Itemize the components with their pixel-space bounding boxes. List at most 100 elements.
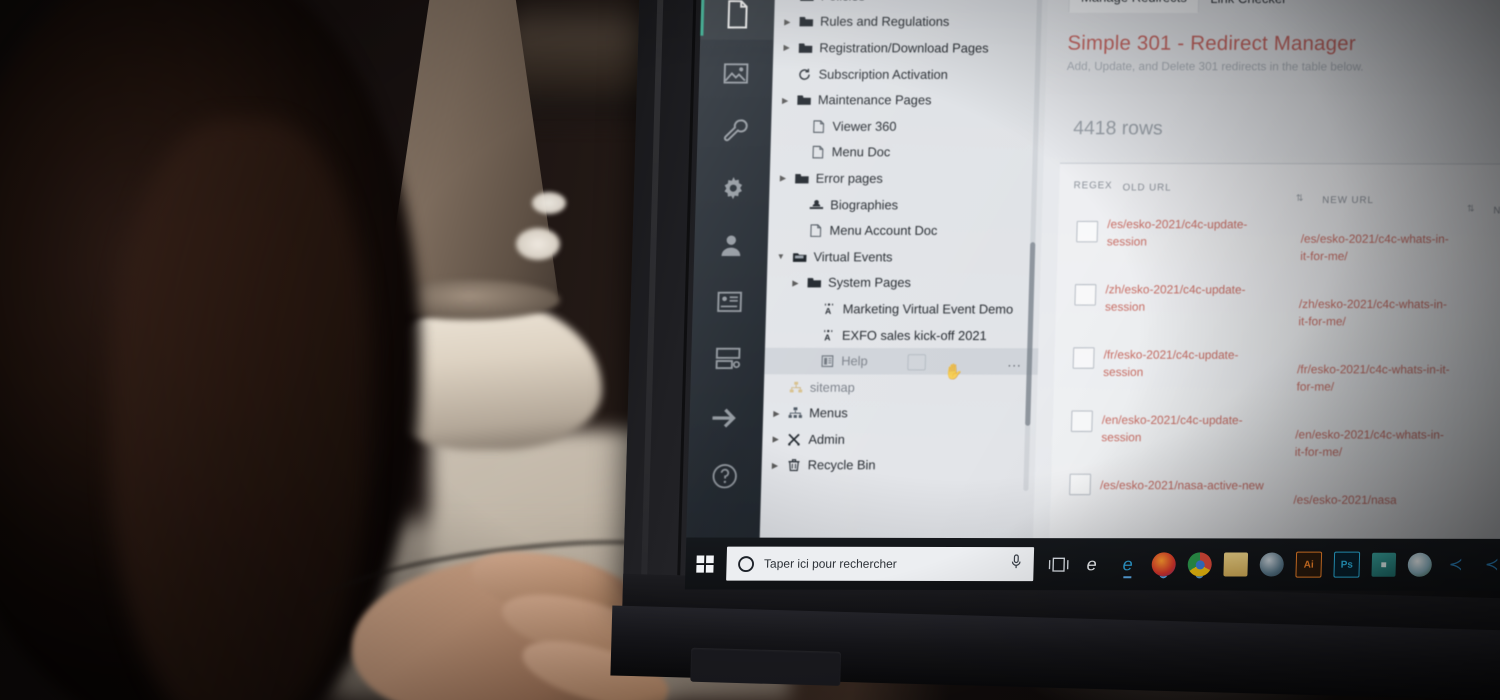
file-explorer-icon[interactable] <box>1223 552 1249 577</box>
tree-node[interactable]: A EXFO sales kick-off 2021 <box>765 322 1039 349</box>
taskbar-search[interactable]: Taper ici pour rechercher <box>726 546 1035 582</box>
cortana-circle-icon <box>738 555 755 572</box>
rail-item-help[interactable] <box>687 451 762 502</box>
column-header-regex[interactable]: REGEX <box>1074 180 1113 191</box>
tree-node-label: Admin <box>808 432 846 447</box>
chevron-right-icon[interactable]: ▶ <box>780 96 790 105</box>
cell-old-url[interactable]: /fr/esko-2021/c4c-update-session <box>1103 347 1277 382</box>
table-row[interactable]: /zh/esko-2021/c4c-update-session/zh/esko… <box>1055 276 1500 340</box>
teal-app-icon[interactable]: ■ <box>1371 552 1397 577</box>
broadcast-page-icon: A <box>825 303 834 316</box>
column-header-old-url[interactable]: OLD URL <box>1122 182 1171 193</box>
chevron-right-icon[interactable]: ▶ <box>790 278 800 287</box>
tree-node[interactable]: Help... <box>764 348 1039 375</box>
colorful-sphere-app-icon[interactable] <box>1407 552 1433 577</box>
table-row[interactable]: /en/esko-2021/c4c-update-session/en/esko… <box>1052 402 1500 466</box>
table-header: REGEX OLD URL ⇅ NEW URL ⇅ NOTE <box>1059 164 1500 216</box>
table-row[interactable]: /fr/esko-2021/c4c-update-session/fr/esko… <box>1053 339 1500 403</box>
row-regex-checkbox[interactable] <box>1074 284 1097 306</box>
refresh-icon <box>799 68 810 80</box>
taskbar-app-icons: e e Ai Ps ■ ≺ ≺ <box>1079 551 1500 578</box>
cell-new-url[interactable]: /fr/esko-2021/c4c-whats-in-it-for-me/ <box>1296 362 1450 397</box>
tree-node[interactable]: ▶ Rules and Regulations <box>774 9 1048 36</box>
cell-old-url[interactable]: /es/esko-2021/c4c-update-session <box>1107 217 1281 252</box>
tree-node[interactable]: Menu Doc <box>770 139 1044 166</box>
cell-new-url[interactable]: /es/esko-2021/c4c-whats-in-it-for-me/ <box>1300 231 1454 266</box>
chevron-right-icon[interactable]: ▶ <box>770 461 780 470</box>
table-row[interactable]: /es/esko-2021/c4c-update-session/es/esko… <box>1057 213 1500 277</box>
chevron-right-icon[interactable]: ▶ <box>771 435 781 444</box>
module-title: Simple 301 - Redirect Manager <box>1067 32 1357 56</box>
tree-node[interactable]: ▶ System Pages <box>767 270 1041 297</box>
microsoft-edge-icon[interactable]: e <box>1115 552 1140 576</box>
globe-app-icon[interactable] <box>1259 552 1285 577</box>
chevron-right-icon[interactable]: ▶ <box>781 43 791 52</box>
rail-item-users[interactable] <box>694 219 769 270</box>
table-row[interactable]: /es/esko-2021/nasa-active-new/es/esko-20… <box>1050 466 1500 530</box>
tree-node[interactable]: ▶ Error pages <box>769 165 1043 192</box>
tree-node[interactable]: ▶ Maintenance Pages <box>772 87 1046 114</box>
chevron-right-icon[interactable]: ▶ <box>778 174 788 183</box>
trackpad[interactable] <box>690 647 842 686</box>
cell-old-url[interactable]: /es/esko-2021/nasa-active-new <box>1100 478 1274 495</box>
row-regex-checkbox[interactable] <box>1070 410 1093 432</box>
node-actions-menu-icon[interactable]: ... <box>1007 354 1022 369</box>
tree-node[interactable]: ▶ Admin <box>762 426 1036 453</box>
rail-item-tools[interactable] <box>697 104 772 155</box>
page-icon <box>812 146 824 159</box>
rail-item-forms[interactable] <box>692 276 767 327</box>
cell-new-url[interactable]: /en/esko-2021/c4c-whats-in-it-for-me/ <box>1295 427 1449 462</box>
chevron-down-icon[interactable]: ▼ <box>776 252 786 261</box>
rail-item-images[interactable] <box>699 48 774 99</box>
rail-item-content[interactable] <box>700 0 776 40</box>
rail-item-publish[interactable] <box>689 393 764 444</box>
tree-node[interactable]: Biographies <box>769 192 1043 219</box>
cell-old-url[interactable]: /zh/esko-2021/c4c-update-session <box>1105 282 1279 317</box>
visual-studio-code-icon[interactable]: ≺ <box>1443 553 1468 577</box>
tree-node[interactable]: ▼ Virtual Events <box>767 244 1041 271</box>
row-regex-checkbox[interactable] <box>1072 347 1095 369</box>
row-regex-checkbox[interactable] <box>1069 473 1092 496</box>
chevron-right-icon[interactable]: ▶ <box>771 409 781 418</box>
redirects-table: REGEX OLD URL ⇅ NEW URL ⇅ NOTE /es/esko-… <box>1049 162 1500 553</box>
column-header-new-url[interactable]: NEW URL <box>1322 195 1374 206</box>
firefox-icon[interactable] <box>1151 552 1177 577</box>
tab-link-checker[interactable]: Link Checker <box>1199 0 1298 13</box>
gear-icon <box>723 176 742 199</box>
tree-node-label: Menu Account Doc <box>829 223 938 239</box>
layout-icon <box>715 347 741 370</box>
drag-cursor-icon: ✋ <box>943 363 964 381</box>
google-chrome-icon[interactable] <box>1187 552 1213 577</box>
cell-new-url[interactable]: /zh/esko-2021/c4c-whats-in-it-for-me/ <box>1298 297 1452 332</box>
tree-node[interactable]: A Marketing Virtual Event Demo <box>766 296 1040 323</box>
tab-manage-redirects[interactable]: Manage Redirects <box>1068 0 1200 14</box>
tree-node[interactable]: ▶ Recycle Bin <box>761 452 1035 479</box>
adobe-photoshop-icon[interactable]: Ps <box>1333 551 1361 578</box>
internet-explorer-icon[interactable]: e <box>1079 552 1104 576</box>
tree-node[interactable]: Viewer 360 <box>771 113 1045 140</box>
tree-node[interactable]: ▶ Menus <box>763 400 1037 427</box>
tree-node-label: Virtual Events <box>813 249 893 265</box>
microphone-icon[interactable] <box>1010 554 1024 574</box>
laptop: SPM <box>610 0 1500 700</box>
task-view-icon[interactable] <box>1048 552 1070 576</box>
tree-node[interactable]: ▶Policies <box>775 0 1049 9</box>
folder-icon <box>798 14 814 29</box>
cell-old-url[interactable]: /en/esko-2021/c4c-update-session <box>1101 413 1275 448</box>
rail-item-administration[interactable] <box>695 162 770 213</box>
start-button[interactable] <box>685 554 725 573</box>
folder-icon <box>795 173 809 184</box>
tree-node-label: EXFO sales kick-off 2021 <box>841 328 987 343</box>
visual-studio-code-2-icon[interactable]: ≺ <box>1479 553 1500 577</box>
sort-icon-old-url[interactable]: ⇅ <box>1296 193 1304 204</box>
tree-node[interactable]: sitemap <box>764 374 1038 401</box>
page-tree[interactable]: ▶Policies▶Rules and Regulations▶Registra… <box>761 0 1048 479</box>
chevron-right-icon[interactable]: ▶ <box>782 17 792 26</box>
tree-node[interactable]: Menu Account Doc <box>768 218 1042 245</box>
adobe-illustrator-icon[interactable]: Ai <box>1295 551 1323 578</box>
tree-node[interactable]: ▶ Registration/Download Pages <box>773 35 1047 62</box>
row-regex-checkbox[interactable] <box>1076 220 1099 243</box>
tree-node[interactable]: Subscription Activation <box>772 61 1046 88</box>
cell-new-url[interactable]: /es/esko-2021/nasa <box>1293 492 1447 509</box>
rail-item-layout[interactable] <box>691 333 766 384</box>
